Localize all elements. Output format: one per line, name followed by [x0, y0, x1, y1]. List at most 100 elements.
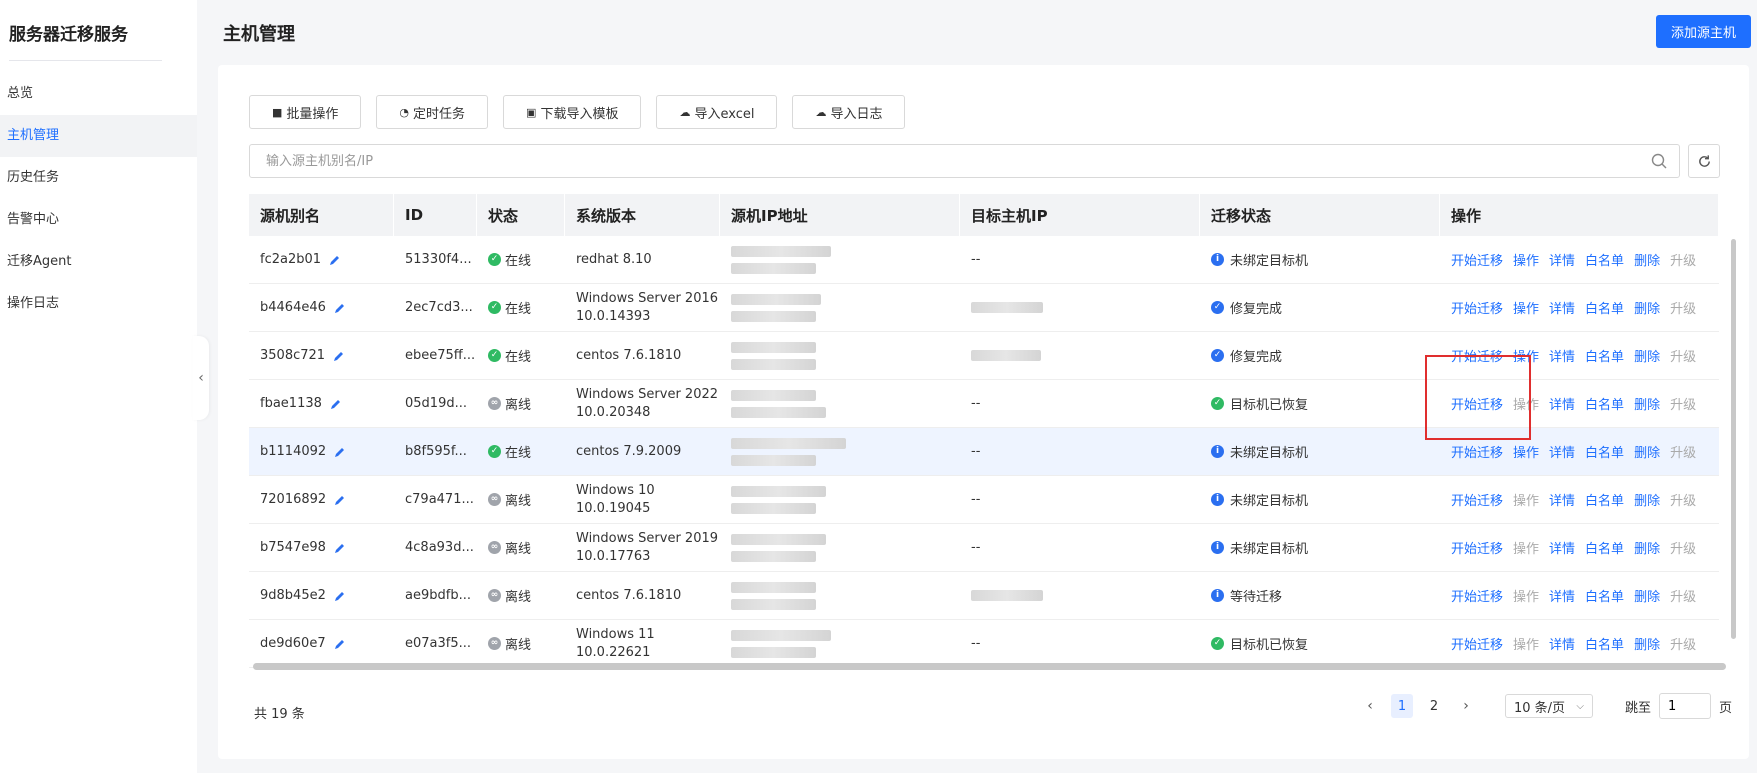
redacted-ip [731, 437, 846, 466]
vertical-scrollbar[interactable] [1731, 239, 1736, 639]
details-link[interactable]: 详情 [1549, 490, 1575, 509]
status-label: 离线 [505, 638, 532, 653]
start-migration-link[interactable]: 开始迁移 [1451, 586, 1503, 605]
operate-link[interactable]: 操作 [1513, 538, 1539, 557]
details-link[interactable]: 详情 [1549, 346, 1575, 365]
import-log-button[interactable]: ☁ 导入日志 [792, 95, 906, 129]
prev-page-button[interactable]: ‹ [1359, 694, 1381, 718]
page-1-button[interactable]: 1 [1391, 694, 1413, 718]
delete-link[interactable]: 删除 [1634, 634, 1660, 653]
upgrade-link[interactable]: 升级 [1670, 538, 1696, 557]
edit-pencil-icon[interactable] [334, 590, 346, 602]
host-id: c79a471... [405, 492, 474, 507]
delete-link[interactable]: 删除 [1634, 346, 1660, 365]
search-input[interactable] [250, 145, 1620, 177]
edit-pencil-icon[interactable] [330, 398, 342, 410]
whitelist-link[interactable]: 白名单 [1585, 634, 1624, 653]
operate-link[interactable]: 操作 [1513, 298, 1539, 317]
scheduled-task-button[interactable]: ◔ 定时任务 [376, 95, 489, 129]
refresh-button[interactable] [1688, 144, 1720, 178]
cloud-upload-icon: ☁ [815, 105, 827, 119]
whitelist-link[interactable]: 白名单 [1585, 442, 1624, 461]
sidebar-item-alert-center[interactable]: 告警中心 [0, 199, 197, 241]
delete-link[interactable]: 删除 [1634, 586, 1660, 605]
upgrade-link[interactable]: 升级 [1670, 346, 1696, 365]
start-migration-link[interactable]: 开始迁移 [1451, 346, 1503, 365]
start-migration-link[interactable]: 开始迁移 [1451, 538, 1503, 557]
upgrade-link[interactable]: 升级 [1670, 442, 1696, 461]
delete-link[interactable]: 删除 [1634, 442, 1660, 461]
sidebar-item-history-tasks[interactable]: 历史任务 [0, 157, 197, 199]
details-link[interactable]: 详情 [1549, 442, 1575, 461]
upgrade-link[interactable]: 升级 [1670, 634, 1696, 653]
sidebar-item-overview[interactable]: 总览 [0, 73, 197, 115]
sidebar-collapse-button[interactable]: ‹ [193, 336, 209, 420]
horizontal-scrollbar[interactable] [253, 663, 1726, 670]
sidebar-item-migration-agent[interactable]: 迁移Agent [0, 241, 197, 283]
delete-link[interactable]: 删除 [1634, 250, 1660, 269]
start-migration-link[interactable]: 开始迁移 [1451, 298, 1503, 317]
search-icon[interactable] [1651, 153, 1667, 169]
host-alias-cell: b1114092 [249, 428, 394, 475]
details-link[interactable]: 详情 [1549, 634, 1575, 653]
import-excel-label: 导入excel [694, 106, 755, 122]
next-page-button[interactable]: › [1455, 694, 1477, 718]
upgrade-link[interactable]: 升级 [1670, 490, 1696, 509]
edit-pencil-icon[interactable] [329, 254, 341, 266]
whitelist-link[interactable]: 白名单 [1585, 250, 1624, 269]
clock-icon: ◔ [399, 105, 410, 119]
os-version: Windows Server 2022 10.0.20348 [576, 386, 719, 420]
page-size-select[interactable]: 10 条/页 ⌵ [1505, 694, 1593, 718]
batch-operation-button[interactable]: ■ 批量操作 [249, 95, 362, 129]
operate-link[interactable]: 操作 [1513, 394, 1539, 413]
edit-pencil-icon[interactable] [334, 302, 346, 314]
whitelist-link[interactable]: 白名单 [1585, 394, 1624, 413]
delete-link[interactable]: 删除 [1634, 538, 1660, 557]
details-link[interactable]: 详情 [1549, 250, 1575, 269]
edit-pencil-icon[interactable] [333, 350, 345, 362]
add-source-host-button[interactable]: 添加源主机 [1656, 15, 1751, 48]
operations-cell: 开始迁移 操作 详情 白名单 删除 升级 [1440, 524, 1719, 571]
upgrade-link[interactable]: 升级 [1670, 250, 1696, 269]
details-link[interactable]: 详情 [1549, 586, 1575, 605]
upgrade-link[interactable]: 升级 [1670, 298, 1696, 317]
download-template-button[interactable]: ▣ 下载导入模板 [503, 95, 642, 129]
edit-pencil-icon[interactable] [334, 542, 346, 554]
whitelist-link[interactable]: 白名单 [1585, 346, 1624, 365]
whitelist-link[interactable]: 白名单 [1585, 538, 1624, 557]
operate-link[interactable]: 操作 [1513, 586, 1539, 605]
edit-pencil-icon[interactable] [334, 446, 346, 458]
link-broken-icon: ∞ [488, 493, 501, 506]
start-migration-link[interactable]: 开始迁移 [1451, 394, 1503, 413]
edit-pencil-icon[interactable] [334, 638, 346, 650]
details-link[interactable]: 详情 [1549, 394, 1575, 413]
details-link[interactable]: 详情 [1549, 538, 1575, 557]
whitelist-link[interactable]: 白名单 [1585, 490, 1624, 509]
page-2-button[interactable]: 2 [1423, 694, 1445, 718]
jump-page-input[interactable] [1659, 693, 1712, 719]
start-migration-link[interactable]: 开始迁移 [1451, 250, 1503, 269]
operate-link[interactable]: 操作 [1513, 250, 1539, 269]
delete-link[interactable]: 删除 [1634, 490, 1660, 509]
start-migration-link[interactable]: 开始迁移 [1451, 490, 1503, 509]
delete-link[interactable]: 删除 [1634, 394, 1660, 413]
whitelist-link[interactable]: 白名单 [1585, 298, 1624, 317]
upgrade-link[interactable]: 升级 [1670, 586, 1696, 605]
details-link[interactable]: 详情 [1549, 298, 1575, 317]
sidebar-item-host-management[interactable]: 主机管理 [0, 115, 197, 157]
os-version: centos 7.6.1810 [576, 587, 682, 603]
operate-link[interactable]: 操作 [1513, 442, 1539, 461]
sidebar-item-operation-log[interactable]: 操作日志 [0, 283, 197, 325]
operate-link[interactable]: 操作 [1513, 346, 1539, 365]
delete-link[interactable]: 删除 [1634, 298, 1660, 317]
operate-link[interactable]: 操作 [1513, 490, 1539, 509]
source-ip-cell [720, 620, 960, 667]
start-migration-link[interactable]: 开始迁移 [1451, 634, 1503, 653]
edit-pencil-icon[interactable] [334, 494, 346, 506]
start-migration-link[interactable]: 开始迁移 [1451, 442, 1503, 461]
import-excel-button[interactable]: ☁ 导入excel [656, 95, 778, 129]
migration-status-cell: i 未绑定目标机 [1200, 476, 1440, 523]
whitelist-link[interactable]: 白名单 [1585, 586, 1624, 605]
upgrade-link[interactable]: 升级 [1670, 394, 1696, 413]
operate-link[interactable]: 操作 [1513, 634, 1539, 653]
